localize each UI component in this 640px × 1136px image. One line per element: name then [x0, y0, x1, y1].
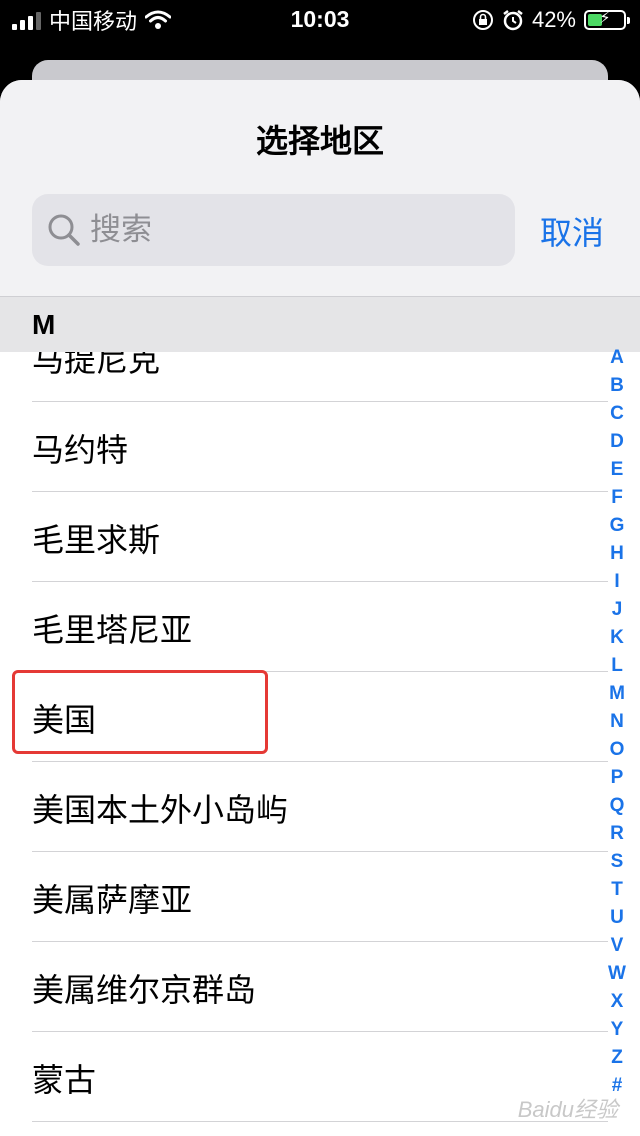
index-letter[interactable]: C: [602, 400, 632, 428]
region-row[interactable]: 马约特: [0, 402, 640, 492]
index-letter[interactable]: I: [602, 568, 632, 596]
status-right: 42% ⚡: [472, 6, 630, 34]
alarm-icon: [503, 10, 523, 31]
region-row[interactable]: 美属萨摩亚: [0, 852, 640, 942]
battery-percent: 42%: [531, 7, 576, 32]
sheet-header: 选择地区 取消: [0, 80, 640, 296]
index-letter[interactable]: X: [602, 988, 632, 1016]
index-letter[interactable]: B: [602, 372, 632, 400]
region-label: 蒙古: [32, 1062, 97, 1098]
index-letter[interactable]: S: [602, 848, 632, 876]
index-letter[interactable]: Z: [602, 1044, 632, 1072]
region-label: 毛里塔尼亚: [32, 612, 193, 648]
index-letter[interactable]: A: [602, 344, 632, 372]
search-input[interactable]: [90, 194, 490, 266]
index-letter[interactable]: F: [602, 484, 632, 512]
status-left: 中国移动: [12, 6, 172, 34]
orientation-lock-icon: [472, 10, 493, 30]
section-header: M: [0, 296, 640, 352]
region-picker-sheet: 选择地区 取消 M 马提尼克 马约特 毛里求斯 毛里塔尼亚 美国 美国本土外小岛…: [0, 80, 640, 1136]
index-letter[interactable]: Y: [602, 1016, 632, 1044]
index-letter[interactable]: U: [602, 904, 632, 932]
index-letter[interactable]: T: [602, 876, 632, 904]
search-field[interactable]: [32, 194, 515, 266]
index-letter[interactable]: E: [602, 456, 632, 484]
index-letter[interactable]: G: [602, 512, 632, 540]
index-letter[interactable]: D: [602, 428, 632, 456]
index-letter[interactable]: H: [602, 540, 632, 568]
region-row[interactable]: 毛里塔尼亚: [0, 582, 640, 672]
index-letter[interactable]: J: [602, 596, 632, 624]
index-letter[interactable]: R: [602, 820, 632, 848]
index-letter[interactable]: Q: [602, 792, 632, 820]
index-letter[interactable]: W: [602, 960, 632, 988]
carrier-label: 中国移动: [49, 9, 138, 34]
highlight-annotation-box: [12, 670, 268, 754]
region-label: 马约特: [32, 432, 129, 468]
wifi-icon: [145, 10, 172, 29]
region-row[interactable]: 毛里求斯: [0, 492, 640, 582]
index-letter[interactable]: K: [602, 624, 632, 652]
index-letter[interactable]: M: [602, 680, 632, 708]
section-letter: M: [32, 309, 56, 340]
watermark-logo: Baidu经验: [517, 1097, 618, 1122]
status-bar: 中国移动 10:03 42% ⚡: [0, 0, 640, 40]
section-index-bar[interactable]: A B C D E F G H I J K L M N O P Q R S T U V W X Y Z #: [602, 344, 632, 1100]
region-label: 美属萨摩亚: [32, 882, 193, 918]
index-letter[interactable]: N: [602, 708, 632, 736]
index-letter[interactable]: P: [602, 764, 632, 792]
index-letter[interactable]: V: [602, 932, 632, 960]
region-label: 美属维尔京群岛: [32, 972, 257, 1008]
region-label: 毛里求斯: [32, 522, 161, 558]
index-letter[interactable]: L: [602, 652, 632, 680]
sheet-title: 选择地区: [255, 123, 384, 159]
region-row[interactable]: 美国本土外小岛屿: [0, 762, 640, 852]
search-icon: [48, 214, 80, 246]
region-row[interactable]: 美属维尔京群岛: [0, 942, 640, 1032]
index-letter[interactable]: O: [602, 736, 632, 764]
cancel-button[interactable]: 取消: [540, 208, 604, 254]
region-label: 美国本土外小岛屿: [32, 792, 289, 828]
battery-charging-icon: ⚡: [584, 10, 630, 30]
signal-icon: [12, 10, 41, 30]
